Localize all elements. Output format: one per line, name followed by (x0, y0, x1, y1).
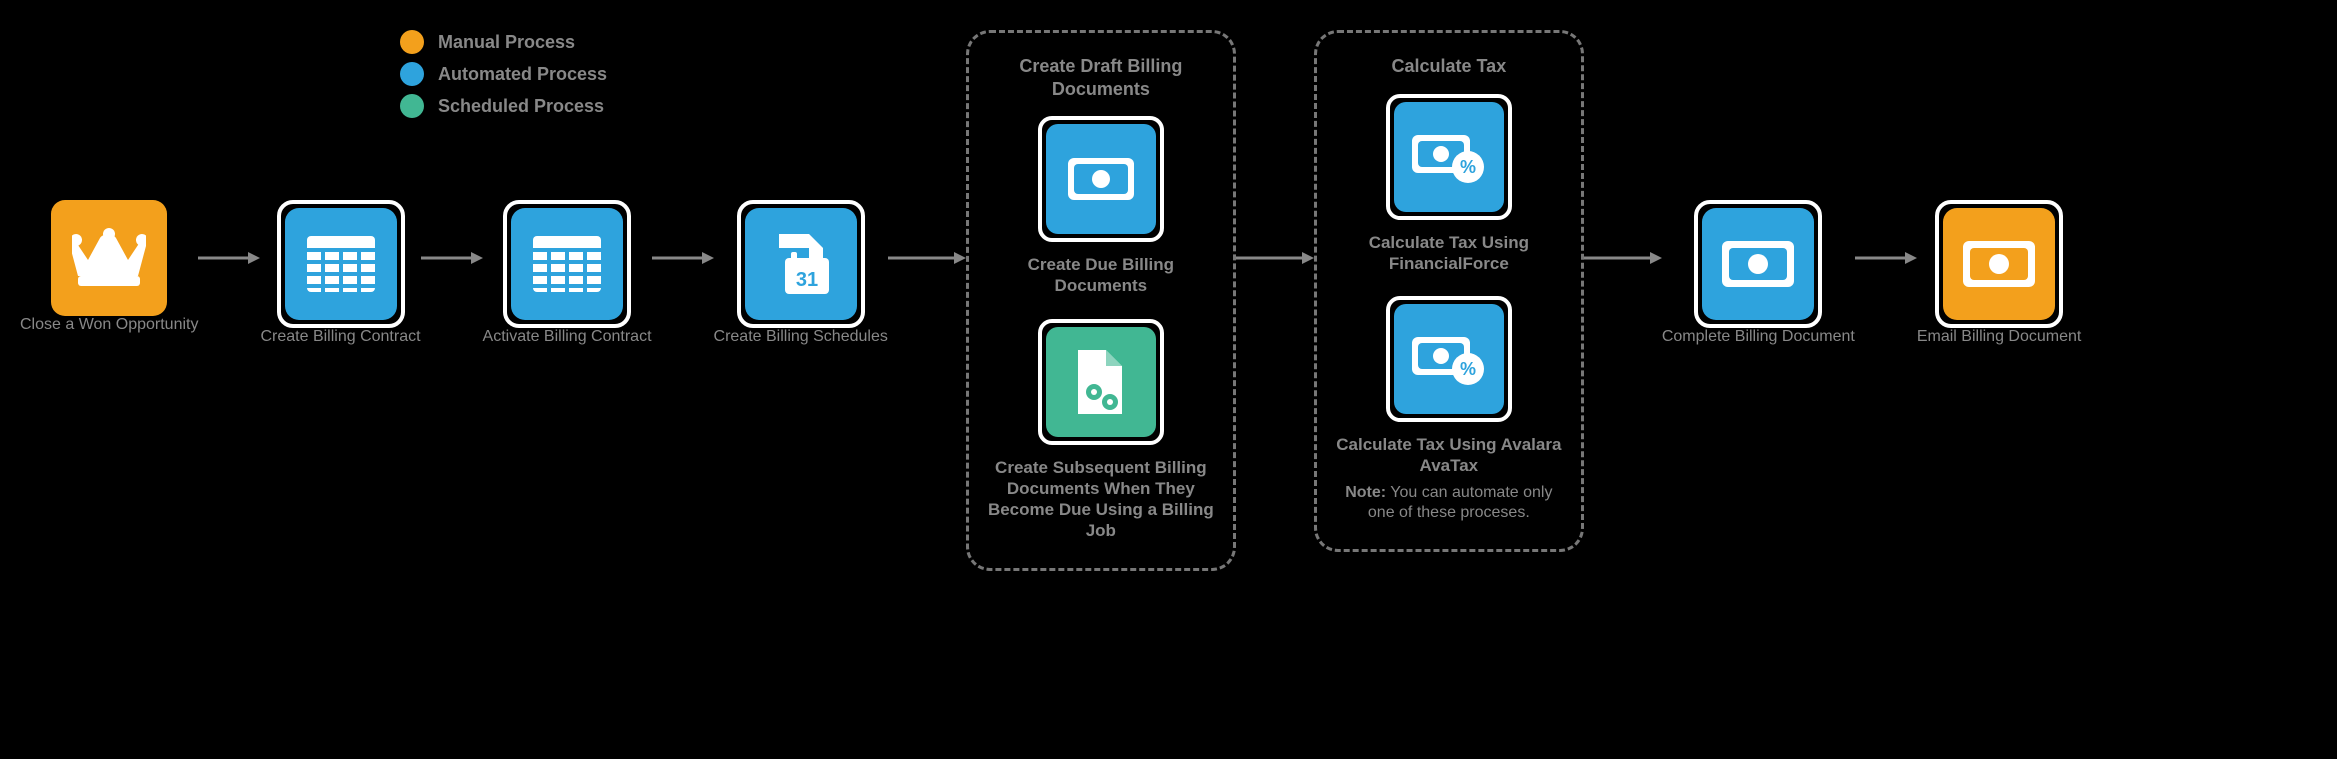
cash-icon (1046, 124, 1156, 234)
arrow-icon (198, 250, 260, 271)
step-create-due-billing-documents: Create Due Billing Documents (987, 116, 1215, 297)
cash-percent-icon: % (1394, 304, 1504, 414)
calendar-doc-icon: 31 (745, 208, 857, 320)
crown-icon (51, 200, 167, 316)
step-label: Create Billing Contract (260, 328, 420, 346)
arrow-icon (1855, 250, 1917, 271)
step-calculate-tax-financialforce: % Calculate Tax Using FinancialForce (1335, 94, 1563, 275)
step-label: Calculate Tax Using Avalara AvaTax (1335, 434, 1563, 477)
step-label: Create Billing Schedules (714, 328, 888, 346)
cash-icon (1943, 208, 2055, 320)
group-title: Calculate Tax (1391, 55, 1506, 78)
tile-border (1694, 200, 1822, 328)
arrow-icon (1584, 250, 1662, 271)
svg-text:%: % (1460, 157, 1476, 177)
tile-border: % (1386, 94, 1512, 220)
tile-border (503, 200, 631, 328)
cash-percent-icon: % (1394, 102, 1504, 212)
step-label: Close a Won Opportunity (20, 316, 198, 334)
svg-text:%: % (1460, 359, 1476, 379)
step-label: Email Billing Document (1917, 328, 2082, 346)
tile-border (277, 200, 405, 328)
step-close-won-opportunity: Close a Won Opportunity (20, 200, 198, 334)
tile-border: 31 (737, 200, 865, 328)
step-email-billing-document: Email Billing Document (1917, 200, 2082, 346)
arrow-icon (421, 250, 483, 271)
step-create-billing-contract: Create Billing Contract (260, 200, 420, 346)
note-bold: Note: (1345, 484, 1386, 501)
step-label: Activate Billing Contract (483, 328, 652, 346)
tile-border (1038, 319, 1164, 445)
group-title: Create Draft Billing Documents (987, 55, 1215, 100)
step-create-billing-schedules: 31 Create Billing Schedules (714, 200, 888, 346)
process-flow: Close a Won Opportunity (20, 30, 2081, 571)
arrow-icon (888, 250, 966, 271)
step-create-subsequent-billing-documents: Create Subsequent Billing Documents When… (987, 319, 1215, 542)
step-label: Create Due Billing Documents (987, 254, 1215, 297)
step-calculate-tax-avalara: % Calculate Tax Using Avalara AvaTax Not… (1335, 296, 1563, 523)
group-note: Note: You can automate only one of these… (1335, 483, 1563, 523)
step-label: Calculate Tax Using FinancialForce (1335, 232, 1563, 275)
doc-gears-icon (1046, 327, 1156, 437)
step-complete-billing-document: Complete Billing Document (1662, 200, 1855, 346)
tile-border: % (1386, 296, 1512, 422)
step-label: Complete Billing Document (1662, 328, 1855, 346)
arrow-icon (1236, 250, 1314, 271)
step-label: Create Subsequent Billing Documents When… (987, 457, 1215, 542)
table-icon (285, 208, 397, 320)
group-create-draft-billing-documents: Create Draft Billing Documents Create Du… (966, 30, 1236, 571)
step-activate-billing-contract: Activate Billing Contract (483, 200, 652, 346)
arrow-icon (652, 250, 714, 271)
note-text: You can automate only one of these proce… (1368, 484, 1553, 521)
tile-border (1935, 200, 2063, 328)
group-calculate-tax: Calculate Tax % Calculate Tax Using Fina… (1314, 30, 1584, 552)
cash-icon (1702, 208, 1814, 320)
svg-text:31: 31 (796, 269, 818, 291)
table-icon (511, 208, 623, 320)
tile-border (1038, 116, 1164, 242)
